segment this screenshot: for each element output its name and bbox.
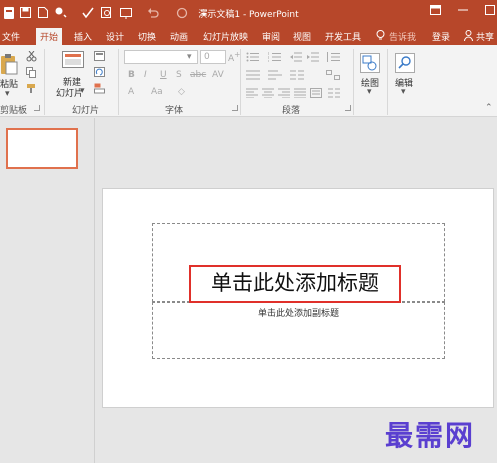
group-divider [353, 49, 354, 115]
login-link[interactable]: 登录 [432, 30, 450, 43]
font-name-dropdown-icon[interactable]: ▾ [187, 52, 192, 62]
tab-design[interactable]: 设计 [106, 30, 124, 43]
distributed-icon[interactable] [310, 88, 322, 101]
tab-insert[interactable]: 插入 [74, 30, 92, 43]
text-columns-icon[interactable] [328, 88, 340, 101]
person-icon [464, 30, 473, 44]
drawing-dropdown-icon[interactable]: ▾ [367, 87, 372, 97]
font-size-value: 0 [204, 52, 210, 62]
group-divider [44, 49, 45, 115]
slides-group-label: 幻灯片 [72, 106, 100, 116]
italic-button[interactable]: I [144, 70, 147, 80]
tab-review[interactable]: 审阅 [262, 30, 280, 43]
font-launcher-icon[interactable] [232, 105, 238, 111]
paragraph-launcher-icon[interactable] [345, 105, 351, 111]
ribbon-home: 粘贴 ▾ 剪贴板 新建 幻灯片 ▾ 幻灯片 ▾ 0 A+ B I U S abc… [0, 45, 497, 117]
slide-thumbnail-pane [0, 118, 95, 463]
line-spacing-icon[interactable] [326, 52, 340, 65]
shapes-icon[interactable] [360, 53, 380, 76]
tell-me-search[interactable]: 告诉我 [389, 30, 416, 43]
align-text-icon[interactable] [268, 70, 282, 83]
grow-font-icon[interactable]: A+ [228, 50, 240, 64]
strikethrough-button[interactable]: abc [190, 70, 206, 80]
justify-icon[interactable] [294, 88, 306, 101]
tab-home[interactable]: 开始 [36, 28, 63, 45]
align-left-icon[interactable] [246, 88, 258, 101]
shadow-button[interactable]: S [176, 70, 182, 80]
change-case-button[interactable]: Aa [151, 87, 163, 97]
format-painter-icon[interactable] [26, 83, 37, 97]
find-icon[interactable] [395, 53, 415, 76]
underline-button[interactable]: U [160, 70, 167, 80]
group-divider [118, 49, 119, 115]
watermark-logo: 最需网 [385, 419, 476, 452]
cut-icon[interactable] [26, 50, 37, 65]
clipboard-launcher-icon[interactable] [34, 105, 40, 111]
share-button[interactable]: 共享 [476, 30, 494, 43]
slide-canvas[interactable]: 单击此处添加标题 单击此处添加副标题 [102, 188, 494, 408]
paragraph-group-label: 段落 [282, 106, 301, 116]
minimize-icon[interactable] [456, 5, 470, 19]
clear-formatting-icon[interactable]: ◇ [178, 87, 185, 97]
title-placeholder-text[interactable]: 单击此处添加标题 [189, 265, 401, 303]
collapse-ribbon-icon[interactable]: ⌃ [485, 103, 493, 113]
font-color-button[interactable]: A [128, 87, 134, 97]
tab-file[interactable]: 文件 [2, 30, 20, 43]
columns-icon[interactable] [290, 70, 304, 83]
slide-thumbnail[interactable] [6, 128, 78, 169]
reset-icon[interactable] [94, 67, 108, 81]
title-bar: 演示文稿1 - PowerPoint [0, 0, 497, 27]
tab-developer[interactable]: 开发工具 [325, 30, 361, 43]
section-icon[interactable] [94, 83, 108, 97]
tab-transitions[interactable]: 切换 [138, 30, 156, 43]
increase-indent-icon[interactable] [307, 52, 319, 65]
smartart-icon[interactable] [326, 70, 340, 83]
new-slide-icon[interactable] [62, 51, 84, 72]
align-center-icon[interactable] [262, 88, 274, 101]
new-slide-dropdown-icon[interactable]: ▾ [80, 86, 85, 96]
ribbon-tab-bar: 文件 开始 插入 设计 切换 动画 幻灯片放映 审阅 视图 开发工具 告诉我 登… [0, 27, 497, 45]
clipboard-group-label: 剪贴板 [0, 106, 28, 116]
bullets-icon[interactable] [246, 52, 260, 65]
group-divider [387, 49, 388, 115]
new-slide-label-line2[interactable]: 幻灯片 [56, 86, 83, 99]
lightbulb-icon [376, 30, 385, 44]
align-right-icon[interactable] [278, 88, 290, 101]
font-size-combo[interactable]: 0 [200, 50, 226, 64]
copy-icon[interactable] [26, 67, 37, 81]
ribbon-display-options-icon[interactable] [428, 5, 442, 19]
paste-icon[interactable] [0, 53, 18, 78]
decrease-indent-icon[interactable] [290, 52, 302, 65]
char-spacing-button[interactable]: AV [212, 70, 224, 80]
numbering-icon[interactable] [267, 52, 282, 65]
font-group-label: 字体 [165, 106, 184, 116]
paste-dropdown-icon[interactable]: ▾ [5, 89, 10, 99]
group-divider [240, 49, 241, 115]
window-title: 演示文稿1 - PowerPoint [198, 10, 299, 20]
text-direction-icon[interactable] [246, 70, 260, 83]
tab-animations[interactable]: 动画 [170, 30, 188, 43]
editing-dropdown-icon[interactable]: ▾ [401, 87, 406, 97]
bold-button[interactable]: B [128, 70, 135, 80]
tab-slideshow[interactable]: 幻灯片放映 [203, 30, 248, 43]
layout-icon[interactable] [94, 51, 108, 65]
subtitle-placeholder-text[interactable]: 单击此处添加副标题 [152, 306, 445, 319]
maximize-icon[interactable] [483, 5, 497, 19]
tab-view[interactable]: 视图 [293, 30, 311, 43]
